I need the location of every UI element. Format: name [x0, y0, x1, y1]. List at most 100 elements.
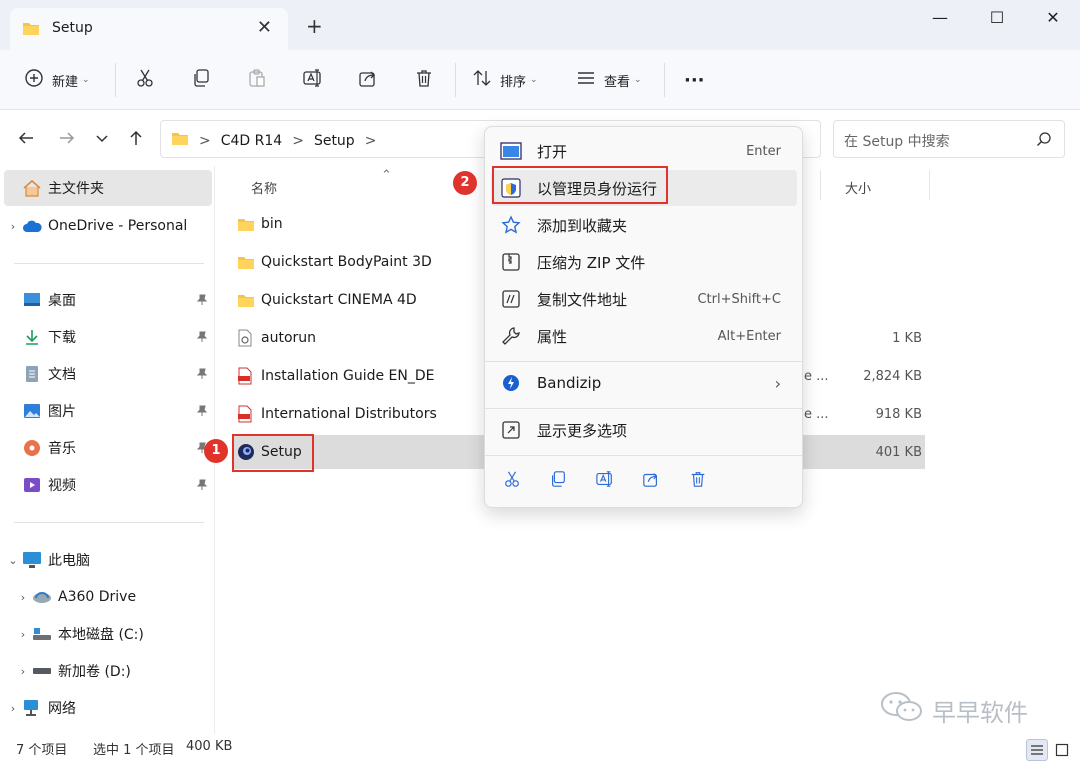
- pin-icon[interactable]: [196, 479, 208, 495]
- sidebar-divider: [14, 263, 204, 264]
- folder-icon: [237, 290, 259, 310]
- chevron-down-icon: ⌄: [530, 75, 538, 85]
- cut-button[interactable]: [135, 66, 155, 94]
- tab-close-icon[interactable]: ✕: [257, 17, 272, 38]
- back-arrow-icon[interactable]: [15, 127, 37, 149]
- details-view-icon[interactable]: [1026, 739, 1048, 761]
- trash-icon[interactable]: [689, 470, 707, 492]
- sidebar-item-label: 网络: [48, 701, 76, 717]
- rename-icon: [302, 68, 324, 92]
- chevron-down-icon: ⌄: [634, 75, 642, 85]
- tiles-view-icon[interactable]: [1051, 739, 1073, 761]
- minimize-button[interactable]: —: [926, 8, 954, 30]
- recent-chevron-icon[interactable]: [91, 127, 113, 149]
- menu-item-bandizip[interactable]: Bandizip ›: [491, 365, 797, 401]
- open-window-icon: [497, 142, 525, 160]
- chevron-down-icon: ⌄: [82, 75, 90, 85]
- sidebar-item-label: 视频: [48, 478, 76, 494]
- copy-button[interactable]: [191, 66, 211, 94]
- delete-button[interactable]: [414, 66, 434, 94]
- sort-up-icon: ⌃: [381, 168, 392, 183]
- menu-item-open[interactable]: 打开 Enter: [491, 133, 797, 169]
- new-label: 新建: [52, 74, 79, 90]
- more-options-button[interactable]: ···: [684, 66, 705, 94]
- sidebar-item-label: OneDrive - Personal: [48, 218, 188, 234]
- wrench-icon: [497, 326, 525, 346]
- share-icon[interactable]: [642, 470, 660, 492]
- chevron-right-icon[interactable]: ›: [4, 220, 22, 233]
- star-icon: [497, 215, 525, 235]
- rename-icon[interactable]: [595, 470, 615, 492]
- menu-item-compress-zip[interactable]: 压缩为 ZIP 文件: [491, 244, 797, 280]
- sidebar-item-music[interactable]: 音乐: [4, 430, 212, 466]
- menu-item-show-more-options[interactable]: 显示更多选项: [491, 412, 797, 448]
- chevron-right-icon[interactable]: ›: [14, 591, 32, 604]
- sidebar-item-documents[interactable]: 文档: [4, 356, 212, 392]
- column-header-size[interactable]: 大小: [845, 178, 871, 197]
- pin-icon[interactable]: [196, 294, 208, 310]
- sidebar-item-network[interactable]: › 网络: [4, 690, 212, 726]
- scissors-icon[interactable]: [503, 470, 521, 492]
- new-button[interactable]: 新建 ⌄: [24, 66, 90, 94]
- bandizip-icon: [497, 373, 525, 393]
- menu-item-add-to-favorites[interactable]: 添加到收藏夹: [491, 207, 797, 243]
- settings-file-icon: [237, 328, 259, 348]
- chevron-right-icon[interactable]: ›: [14, 665, 32, 678]
- sidebar-item-a360[interactable]: › A360 Drive: [14, 579, 222, 615]
- maximize-button[interactable]: ☐: [983, 8, 1011, 30]
- forward-arrow-icon[interactable]: [56, 127, 78, 149]
- menu-divider: [485, 408, 802, 409]
- plus-circle-icon: [24, 68, 44, 92]
- new-tab-button[interactable]: +: [306, 16, 323, 36]
- menu-item-properties[interactable]: 属性 Alt+Enter: [491, 318, 797, 354]
- sidebar-item-new-volume-d[interactable]: › 新加卷 (D:): [14, 653, 222, 689]
- toolbar-divider: [455, 63, 456, 97]
- folder-icon: [171, 131, 189, 150]
- chevron-right-icon[interactable]: ›: [14, 628, 32, 641]
- navigation-pane: 主文件夹 › OneDrive - Personal 桌面 下载 文档 图片 音…: [0, 166, 214, 734]
- drive-d-icon: [32, 662, 52, 680]
- pin-icon[interactable]: [196, 331, 208, 347]
- search-icon: [1036, 131, 1052, 151]
- file-name: autorun: [261, 330, 317, 346]
- sidebar-item-local-disk-c[interactable]: › 本地磁盘 (C:): [14, 616, 222, 652]
- view-button[interactable]: 查看 ⌄: [576, 66, 642, 94]
- sort-button[interactable]: 排序 ⌄: [472, 66, 538, 94]
- toolbar-divider: [115, 63, 116, 97]
- rename-button[interactable]: [302, 66, 324, 94]
- column-divider: [820, 170, 821, 200]
- copy-icon[interactable]: [549, 470, 567, 492]
- search-placeholder: 在 Setup 中搜索: [844, 134, 950, 150]
- breadcrumb-setup[interactable]: Setup: [314, 133, 355, 149]
- pin-icon[interactable]: [196, 405, 208, 421]
- sidebar-item-this-pc[interactable]: ⌄ 此电脑: [4, 542, 212, 578]
- sidebar-item-videos[interactable]: 视频: [4, 467, 212, 503]
- sidebar-item-onedrive[interactable]: › OneDrive - Personal: [4, 208, 212, 244]
- sidebar-item-downloads[interactable]: 下载: [4, 319, 212, 355]
- menu-item-label: 属性: [537, 327, 568, 346]
- chevron-right-icon[interactable]: ›: [4, 702, 22, 715]
- sidebar-item-label: 文档: [48, 367, 76, 383]
- sidebar-item-home[interactable]: 主文件夹: [4, 170, 212, 206]
- pin-icon[interactable]: [196, 368, 208, 384]
- sidebar-item-pictures[interactable]: 图片: [4, 393, 212, 429]
- menu-item-label: Bandizip: [537, 374, 602, 392]
- file-name: bin: [261, 216, 283, 232]
- share-icon: [358, 68, 378, 92]
- computer-icon: [22, 551, 42, 569]
- sidebar-item-label: 桌面: [48, 293, 76, 309]
- column-header-name[interactable]: 名称: [251, 178, 277, 197]
- sidebar-item-label: 图片: [48, 404, 76, 420]
- file-size: 1 KB: [892, 331, 922, 346]
- menu-item-copy-path[interactable]: 复制文件地址 Ctrl+Shift+C: [491, 281, 797, 317]
- command-bar: 新建 ⌄ 排序 ⌄ 查看 ⌄ ···: [0, 50, 1080, 110]
- sidebar-item-desktop[interactable]: 桌面: [4, 282, 212, 318]
- share-button[interactable]: [358, 66, 378, 94]
- breadcrumb-c4d-r14[interactable]: C4D R14: [221, 133, 282, 149]
- close-button[interactable]: ✕: [1039, 8, 1067, 30]
- chevron-down-icon[interactable]: ⌄: [4, 554, 22, 567]
- paste-button[interactable]: [247, 66, 267, 94]
- search-input[interactable]: 在 Setup 中搜索: [833, 120, 1065, 158]
- up-arrow-icon[interactable]: [125, 127, 147, 149]
- tab-setup[interactable]: Setup ✕: [10, 8, 288, 50]
